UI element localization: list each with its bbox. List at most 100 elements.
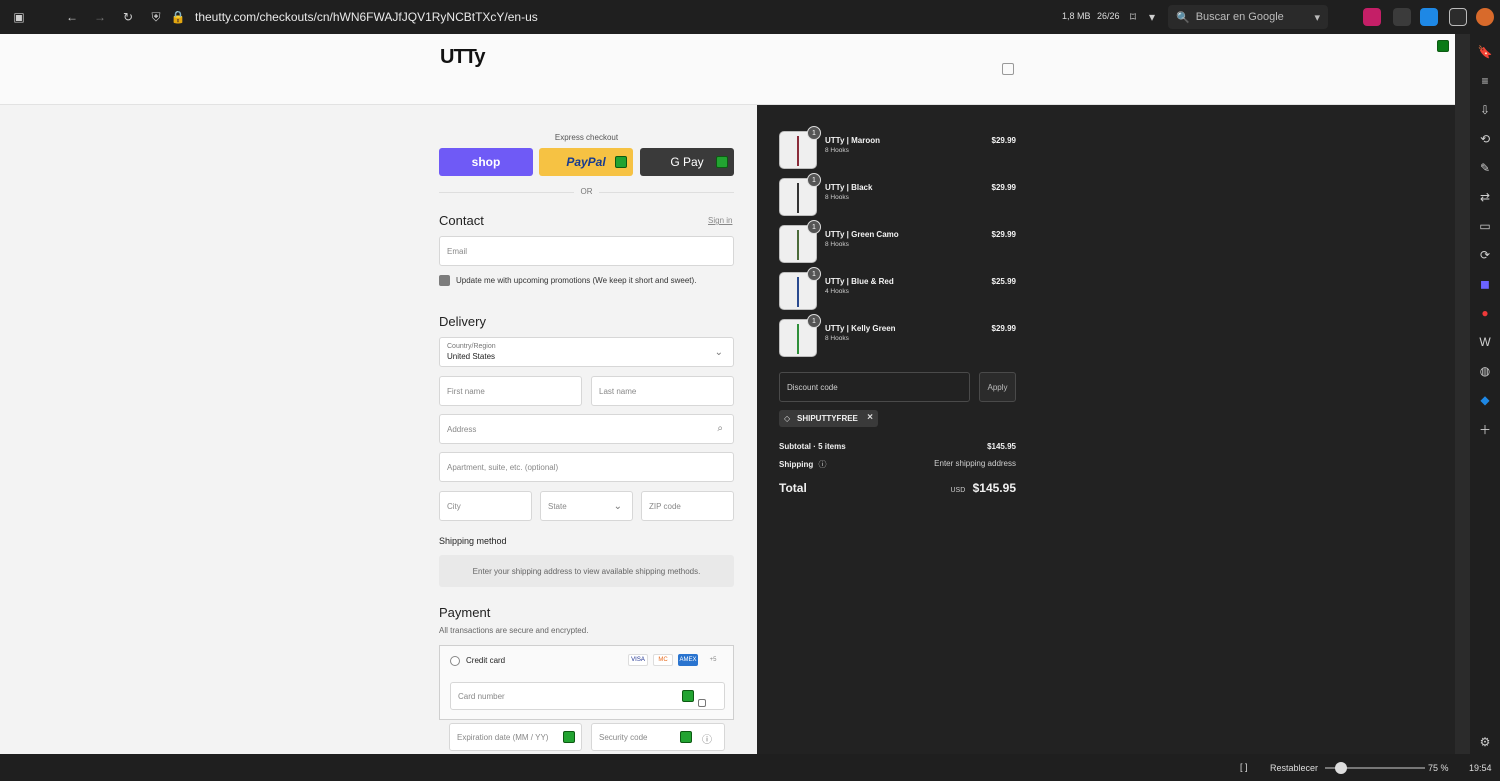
help-icon[interactable]: ⓘ [702, 731, 712, 746]
product-name: UTTy | Blue & Red [825, 277, 894, 286]
quantity-badge: 1 [807, 126, 821, 140]
zoom-slider-thumb[interactable] [1335, 762, 1347, 774]
search-icon: 🔍 [1176, 11, 1190, 24]
card-number-field[interactable]: Card number [450, 682, 725, 710]
product-price: $29.99 [991, 230, 1016, 239]
mastodon-icon[interactable]: ◼ [1477, 276, 1493, 292]
product-variant: 8 Hooks [825, 147, 849, 154]
downloads-icon[interactable]: ⇩ [1477, 102, 1493, 118]
shield-icon[interactable]: ⛨ [145, 6, 167, 28]
product-name: UTTy | Black [825, 183, 873, 192]
promo-checkbox[interactable] [439, 275, 450, 286]
signin-link[interactable]: Sign in [708, 216, 732, 225]
store-logo[interactable]: UTTy [440, 46, 486, 69]
city-field[interactable]: City [439, 491, 532, 521]
window-control-icon[interactable]: [ ] [1240, 762, 1248, 772]
sidebar-toggle-icon[interactable]: ▣ [8, 6, 30, 28]
paypal-overlay-marker [615, 156, 627, 168]
memory-indicator: 1,8 MB [1062, 11, 1091, 21]
globe-icon[interactable]: ◍ [1477, 363, 1493, 379]
credit-card-panel: Credit card VISA MC AMEX +5 Card number [439, 645, 734, 720]
translate-icon[interactable]: ⇄ [1477, 189, 1493, 205]
zoom-slider[interactable] [1325, 762, 1425, 774]
checkout-form: Express checkout shop PayPal G Pay OR Co… [0, 105, 757, 754]
security-code-field[interactable]: Security code ⓘ [591, 723, 725, 751]
quantity-badge: 1 [807, 173, 821, 187]
cart-item: 1 UTTy | Maroon 8 Hooks $29.99 [779, 126, 1016, 169]
expiry-field[interactable]: Expiration date (MM / YY) [449, 723, 582, 751]
paypal-button[interactable]: PayPal [539, 148, 633, 176]
discount-code-field[interactable]: Discount code [779, 372, 970, 402]
google-pay-button[interactable]: G Pay [640, 148, 734, 176]
promo-label: Update me with upcoming promotions (We k… [456, 276, 697, 285]
info-icon[interactable]: ⓘ [818, 460, 826, 469]
browser-sidebar: 🔖 ≡ ⇩ ⟲ ✎ ⇄ ▭ ⟳ ◼ ● W ◍ ◆ ＋ ⚙ [1470, 34, 1500, 754]
expiry-marker [563, 731, 575, 743]
sync-icon[interactable]: ⟳ [1477, 247, 1493, 263]
lock-icon: 🔒 [170, 10, 186, 24]
contact-title: Contact [439, 213, 484, 228]
translate-app-icon[interactable]: ◆ [1477, 392, 1493, 408]
zoom-level: 75 % [1428, 763, 1449, 773]
shop-pay-button[interactable]: shop [439, 148, 533, 176]
delivery-title: Delivery [439, 314, 486, 329]
more-cards-label: +5 [709, 657, 717, 663]
card-number-marker [682, 690, 694, 702]
forward-icon[interactable]: → [89, 6, 111, 28]
dropdown-icon[interactable]: ▾ [1141, 6, 1163, 28]
browser-toolbar: ▣ ← → ↻ ⛨ 🔒 theutty.com/checkouts/cn/hWN… [0, 0, 1500, 34]
first-name-field[interactable]: First name [439, 376, 582, 406]
green-extension-marker [1437, 40, 1449, 52]
shipping-method-note: Enter your shipping address to view avai… [439, 555, 734, 587]
remove-discount-icon[interactable]: × [867, 412, 873, 423]
payment-title: Payment [439, 605, 491, 620]
settings-icon[interactable]: ⚙ [1477, 734, 1493, 750]
email-field[interactable]: Email [439, 236, 734, 266]
product-name: UTTy | Maroon [825, 136, 880, 145]
status-bar: [ ] Restablecer 75 % 19:54 [0, 754, 1500, 781]
search-dropdown-icon[interactable]: ▾ [1314, 11, 1320, 24]
wikipedia-icon[interactable]: W [1477, 334, 1493, 350]
address-field[interactable]: Address ⌕ [439, 414, 734, 444]
checkout-page: UTTy Express checkout shop PayPal G Pay … [0, 34, 1455, 754]
profile-avatar[interactable] [1476, 8, 1494, 26]
apply-discount-button[interactable]: Apply [979, 372, 1016, 402]
product-variant: 4 Hooks [825, 288, 849, 295]
cart-item: 1 UTTy | Green Camo 8 Hooks $29.99 [779, 220, 1016, 263]
product-variant: 8 Hooks [825, 194, 849, 201]
zoom-reset-button[interactable]: Restablecer [1270, 763, 1318, 773]
quantity-badge: 1 [807, 314, 821, 328]
gpay-overlay-marker [716, 156, 728, 168]
product-price: $25.99 [991, 277, 1016, 286]
vivaldi-icon[interactable]: ● [1477, 305, 1493, 321]
zip-field[interactable]: ZIP code [641, 491, 734, 521]
country-value: United States [447, 352, 496, 361]
translate-extension-icon[interactable] [1420, 8, 1438, 26]
ublock-icon[interactable] [1363, 8, 1381, 26]
history-icon[interactable]: ⟲ [1477, 131, 1493, 147]
mastercard-icon: MC [653, 654, 673, 666]
window-icon[interactable]: ▭ [1477, 218, 1493, 234]
quantity-badge: 1 [807, 267, 821, 281]
extension-icon[interactable] [1393, 8, 1411, 26]
address-bar[interactable]: theutty.com/checkouts/cn/hWN6FWAJfJQV1Ry… [195, 10, 538, 24]
lock-icon [698, 699, 706, 707]
credit-card-radio[interactable] [450, 656, 460, 666]
state-select[interactable]: State ⌄ [540, 491, 633, 521]
quantity-badge: 1 [807, 220, 821, 234]
cart-item: 1 UTTy | Kelly Green 8 Hooks $29.99 [779, 314, 1016, 357]
bookmarks-panel-icon[interactable]: 🔖 [1477, 44, 1493, 60]
search-field[interactable]: 🔍 Buscar en Google ▾ [1168, 5, 1328, 29]
reading-list-icon[interactable]: ≡ [1477, 73, 1493, 89]
tag-icon: ◇ [784, 414, 791, 423]
last-name-field[interactable]: Last name [591, 376, 734, 406]
reload-icon[interactable]: ↻ [117, 6, 139, 28]
country-select[interactable]: Country/Region United States ⌄ [439, 337, 734, 367]
add-panel-icon[interactable]: ＋ [1477, 421, 1493, 437]
back-icon[interactable]: ← [61, 6, 83, 28]
visa-icon: VISA [628, 654, 648, 666]
apartment-field[interactable]: Apartment, suite, etc. (optional) [439, 452, 734, 482]
notes-icon[interactable]: ✎ [1477, 160, 1493, 176]
cart-bag-icon[interactable] [1002, 63, 1014, 75]
puzzle-icon[interactable] [1449, 8, 1467, 26]
